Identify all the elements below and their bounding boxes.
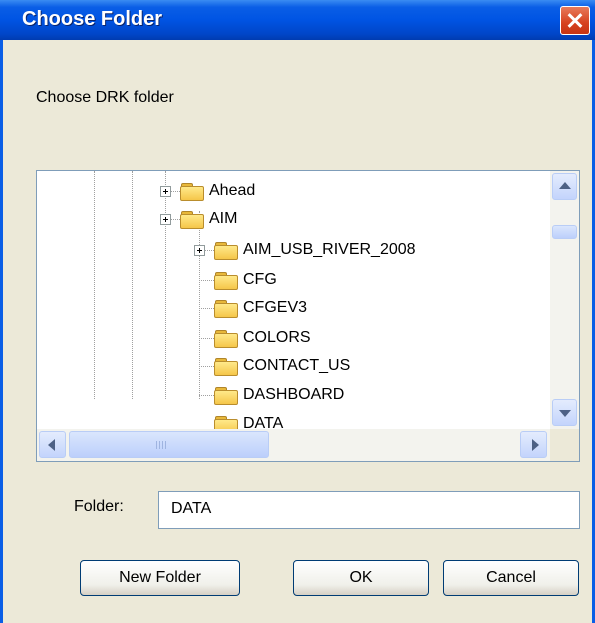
tree-item-contact-us[interactable]: CONTACT_US [243,357,350,375]
tree-connector [199,366,214,367]
tree-item-dashboard[interactable]: DASHBOARD [243,386,344,404]
ok-button[interactable]: OK [293,560,429,596]
folder-icon [214,329,238,348]
tree-connector [199,395,214,396]
tree-guide-line [132,171,133,399]
expand-toggle-icon[interactable] [194,245,205,256]
chevron-up-icon [559,182,571,189]
folder-icon [214,299,238,318]
scroll-grip-icon [156,441,168,449]
expand-toggle-icon[interactable] [160,214,171,225]
tree-connector [199,338,214,339]
title-bar[interactable]: Choose Folder [0,0,595,40]
horizontal-scrollbar[interactable] [37,429,550,461]
folder-tree[interactable]: Ahead AIM AIM_USB_RIVER_2008 CFG CFGEV3 … [36,170,580,462]
close-button[interactable] [560,6,590,35]
new-folder-button[interactable]: New Folder [80,560,240,596]
tree-item-colors[interactable]: COLORS [243,329,311,347]
tree-connector [199,280,214,281]
expand-toggle-icon[interactable] [160,186,171,197]
tree-item-aim[interactable]: AIM [209,210,237,228]
tree-guide-line [94,171,95,399]
tree-connector [199,308,214,309]
tree-connector [171,219,180,220]
chevron-down-icon [559,410,571,417]
dialog-title: Choose Folder [22,8,163,30]
horizontal-scroll-thumb[interactable] [69,431,269,458]
scrollbar-corner [550,429,579,461]
folder-icon [180,210,204,229]
tree-connector [205,250,214,251]
cancel-button[interactable]: Cancel [443,560,579,596]
vertical-scroll-thumb[interactable] [552,225,577,239]
scroll-up-button[interactable] [552,173,577,200]
tree-item-aim-usb-river-2008[interactable]: AIM_USB_RIVER_2008 [243,241,416,259]
scroll-left-button[interactable] [39,431,66,458]
tree-item-cfg[interactable]: CFG [243,271,277,289]
tree-connector [171,191,180,192]
tree-item-ahead[interactable]: Ahead [209,182,255,200]
folder-field-label: Folder: [74,498,124,515]
scroll-down-button[interactable] [552,399,577,426]
scroll-right-button[interactable] [520,431,547,458]
chevron-right-icon [532,439,539,451]
folder-icon [214,241,238,260]
folder-icon [214,271,238,290]
dialog-prompt: Choose DRK folder [36,89,174,106]
window-frame-left [0,40,3,623]
folder-icon [214,357,238,376]
tree-guide-line [199,211,200,399]
folder-icon [180,182,204,201]
folder-icon [214,386,238,405]
tree-item-cfgev3[interactable]: CFGEV3 [243,299,307,317]
folder-name-input[interactable]: DATA [158,491,580,529]
tree-guide-line [165,171,166,399]
vertical-scrollbar[interactable] [550,171,579,429]
chevron-left-icon [48,439,55,451]
